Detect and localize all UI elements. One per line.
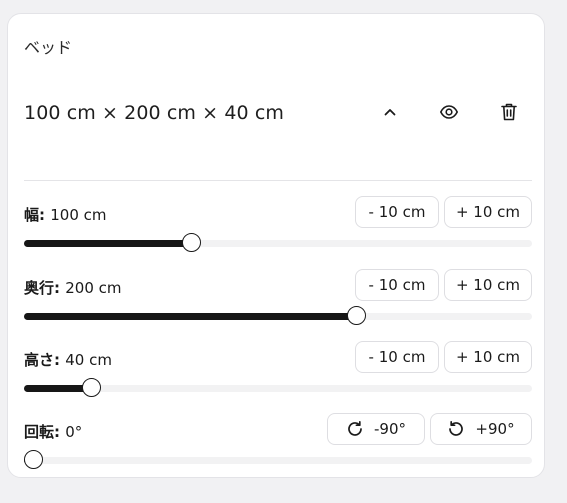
bed-panel: ベッド 100 cm × 200 cm × 40 cm 幅: 100 cm - … xyxy=(7,13,545,478)
height-increase-button[interactable]: + 10 cm xyxy=(444,341,532,373)
depth-control: 奥行: 200 cm - 10 cm + 10 cm xyxy=(24,269,532,329)
width-slider-fill xyxy=(24,240,192,247)
depth-decrease-button[interactable]: - 10 cm xyxy=(355,269,439,301)
width-label: 幅: 100 cm xyxy=(24,204,107,225)
dimensions-summary: 100 cm × 200 cm × 40 cm xyxy=(24,102,284,124)
delete-button[interactable] xyxy=(493,96,525,128)
height-value: 40 cm xyxy=(65,351,112,369)
rotation-label-text: 回転: xyxy=(24,423,60,441)
section-divider xyxy=(24,180,532,181)
depth-value: 200 cm xyxy=(65,279,122,297)
rotate-cw-icon xyxy=(348,420,362,436)
height-slider[interactable] xyxy=(24,378,532,397)
chevron-up-icon xyxy=(384,109,396,116)
rotate-minus-90-button[interactable]: -90° xyxy=(327,413,425,445)
trash-icon xyxy=(501,103,517,121)
width-control: 幅: 100 cm - 10 cm + 10 cm xyxy=(24,196,532,256)
rotation-value: 0° xyxy=(65,423,83,441)
rotation-slider[interactable] xyxy=(24,450,532,469)
depth-increase-button[interactable]: + 10 cm xyxy=(444,269,532,301)
rotate-plus-90-label: +90° xyxy=(475,420,515,438)
rotate-plus-90-button[interactable]: +90° xyxy=(430,413,532,445)
depth-slider[interactable] xyxy=(24,306,532,325)
depth-label: 奥行: 200 cm xyxy=(24,277,122,298)
rotation-control: 回転: 0° -90° +90° xyxy=(24,413,532,473)
rotate-ccw-icon xyxy=(449,420,464,436)
height-control: 高さ: 40 cm - 10 cm + 10 cm xyxy=(24,341,532,401)
width-increase-button[interactable]: + 10 cm xyxy=(444,196,532,228)
collapse-button[interactable] xyxy=(374,96,406,128)
width-decrease-button[interactable]: - 10 cm xyxy=(355,196,439,228)
height-label-text: 高さ: xyxy=(24,351,60,369)
panel-title: ベッド xyxy=(24,38,73,57)
height-decrease-button[interactable]: - 10 cm xyxy=(355,341,439,373)
visibility-button[interactable] xyxy=(433,96,465,128)
width-slider[interactable] xyxy=(24,233,532,252)
rotation-label: 回転: 0° xyxy=(24,421,82,442)
rotate-minus-90-label: -90° xyxy=(374,420,406,438)
depth-slider-thumb[interactable] xyxy=(346,306,366,325)
eye-icon xyxy=(440,105,458,119)
depth-slider-fill xyxy=(24,313,357,320)
depth-label-text: 奥行: xyxy=(24,279,60,297)
height-slider-thumb[interactable] xyxy=(82,378,102,397)
height-label: 高さ: 40 cm xyxy=(24,349,112,370)
width-value: 100 cm xyxy=(50,206,107,224)
rotation-slider-thumb[interactable] xyxy=(24,450,44,469)
width-label-text: 幅: xyxy=(24,206,45,224)
width-slider-thumb[interactable] xyxy=(181,233,201,252)
